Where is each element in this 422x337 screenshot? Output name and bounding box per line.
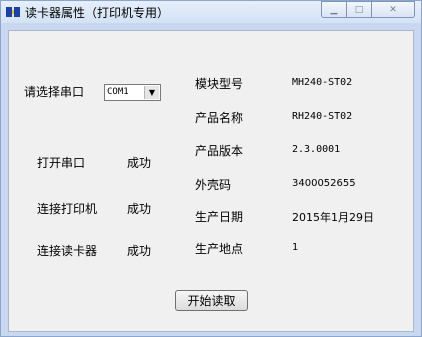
info-value-shell-code: 3400052655 [292,178,356,189]
status-label-reader: 连接读卡器 [37,244,98,258]
start-read-button[interactable]: 开始读取 [175,290,248,311]
status-value-printer: 成功 [127,202,152,216]
info-value-model: MH240-ST02 [292,77,353,88]
dialog-client-area: 请选择串口 COM1 ▼ 打开串口 成功 连接打印机 成功 连接读卡器 成功 模… [8,30,414,332]
info-value-production-date: 2015年1月29日 [292,211,374,224]
status-label-printer: 连接打印机 [37,202,98,216]
window-title: 读卡器属性（打印机专用） [25,6,170,20]
chevron-down-icon[interactable]: ▼ [144,86,159,99]
info-label-production-date: 生产日期 [195,210,244,224]
caption-buttons: ▁ □ ✕ [321,1,415,19]
info-label-product-name: 产品名称 [195,111,244,125]
port-label: 请选择串口 [24,85,85,99]
minimize-button[interactable]: ▁ [321,1,347,18]
close-icon: ✕ [389,4,397,15]
close-button[interactable]: ✕ [372,1,415,18]
status-value-open-port: 成功 [127,156,152,170]
dialog-window: 读卡器属性（打印机专用） ▁ □ ✕ 请选择串口 COM1 ▼ 打开串口 成功 … [0,0,422,337]
maximize-button[interactable]: □ [347,1,372,18]
status-label-open-port: 打开串口 [37,156,86,170]
port-select-value: COM1 [107,87,129,97]
info-value-production-site: 1 [292,242,299,253]
info-value-version: 2.3.0001 [292,144,341,155]
info-label-version: 产品版本 [195,144,244,158]
status-value-reader: 成功 [127,244,152,258]
maximize-icon: □ [354,4,364,15]
port-select[interactable]: COM1 ▼ [104,84,161,101]
title-bar[interactable]: 读卡器属性（打印机专用） ▁ □ ✕ [1,1,421,23]
card-reader-icon [6,7,20,17]
minimize-icon: ▁ [330,4,338,15]
info-label-shell-code: 外壳码 [195,178,232,192]
info-value-product-name: RH240-ST02 [292,111,353,122]
info-label-model: 模块型号 [195,77,244,91]
info-label-production-site: 生产地点 [195,242,244,256]
